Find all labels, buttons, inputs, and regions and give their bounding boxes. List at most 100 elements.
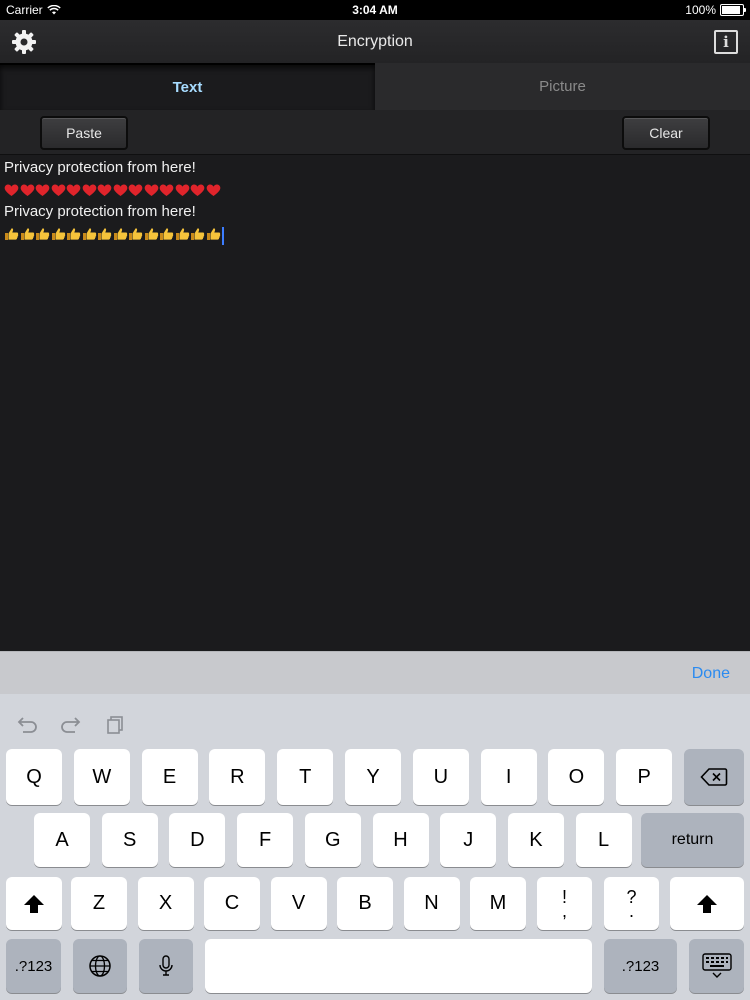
space-key[interactable] <box>205 939 592 993</box>
key-r[interactable]: R <box>209 749 266 805</box>
keyboard: QWERTYUIOP ASDFGHJKL ZXCVBNM return !, ?… <box>0 694 750 1000</box>
dictation-key[interactable] <box>139 939 193 993</box>
globe-icon <box>89 955 111 977</box>
heart-emoji <box>97 183 112 197</box>
key-x[interactable]: X <box>137 877 194 930</box>
clear-button[interactable]: Clear <box>622 116 710 150</box>
paste-button[interactable]: Paste <box>40 116 128 150</box>
done-button[interactable]: Done <box>692 665 730 683</box>
numbers-key-left[interactable]: .?123 <box>6 939 61 993</box>
status-bar: Carrier 3:04 AM 100% <box>0 0 750 20</box>
heart-emoji <box>51 183 66 197</box>
battery-icon <box>720 4 746 16</box>
microphone-icon <box>159 955 173 976</box>
keyboard-hide-icon <box>701 953 732 978</box>
numbers-key-right[interactable]: .?123 <box>604 939 677 993</box>
thumbs-row <box>4 227 224 245</box>
tab-picture[interactable]: Picture <box>375 63 750 110</box>
heart-emoji <box>20 183 35 197</box>
key-w[interactable]: W <box>73 749 130 805</box>
keyboard-accessory-bar: Done <box>0 651 750 695</box>
shift-icon <box>24 894 44 913</box>
thumbs-up-emoji <box>97 227 112 241</box>
key-m[interactable]: M <box>470 877 526 930</box>
heart-emoji <box>113 183 128 197</box>
key-t[interactable]: T <box>277 749 334 805</box>
heart-emoji <box>190 183 205 197</box>
key-l[interactable]: L <box>575 813 632 867</box>
key-e[interactable]: E <box>141 749 198 805</box>
clock: 3:04 AM <box>352 3 398 17</box>
thumbs-up-emoji <box>159 227 174 241</box>
key-question-period[interactable]: ?. <box>604 877 659 930</box>
key-n[interactable]: N <box>403 877 460 930</box>
battery-percent: 100% <box>685 3 716 17</box>
key-b[interactable]: B <box>337 877 393 930</box>
heart-emoji <box>144 183 159 197</box>
key-h[interactable]: H <box>372 813 429 867</box>
heart-emoji <box>35 183 50 197</box>
heart-emoji <box>128 183 143 197</box>
heart-emoji <box>82 183 97 197</box>
shift-key-left[interactable] <box>6 877 62 930</box>
battery-indicator: 100% <box>685 3 746 17</box>
heart-emoji <box>66 183 81 197</box>
segment-tabs: Text Picture <box>0 63 750 110</box>
thumbs-up-emoji <box>4 227 19 241</box>
thumbs-up-emoji <box>82 227 97 241</box>
key-a[interactable]: A <box>34 813 90 867</box>
thumbs-up-emoji <box>144 227 159 241</box>
hide-keyboard-key[interactable] <box>689 939 744 993</box>
undo-icon[interactable] <box>14 714 40 736</box>
key-y[interactable]: Y <box>345 749 401 805</box>
keyboard-shortcut-bar <box>14 714 128 736</box>
thumbs-up-emoji <box>128 227 143 241</box>
page-title: Encryption <box>337 33 413 50</box>
thumbs-up-emoji <box>113 227 128 241</box>
text-line: Privacy protection from here! <box>4 159 196 176</box>
thumbs-up-emoji <box>206 227 221 241</box>
key-p[interactable]: P <box>616 749 673 805</box>
key-v[interactable]: V <box>270 877 327 930</box>
key-exclaim-comma[interactable]: !, <box>537 877 592 930</box>
globe-key[interactable] <box>73 939 127 993</box>
shift-key-right[interactable] <box>670 877 744 930</box>
backspace-icon <box>700 768 728 786</box>
thumbs-up-emoji <box>20 227 35 241</box>
key-c[interactable]: C <box>204 877 260 930</box>
key-s[interactable]: S <box>101 813 158 867</box>
paste-clipboard-icon[interactable] <box>102 714 128 736</box>
key-f[interactable]: F <box>237 813 294 867</box>
key-o[interactable]: O <box>548 749 605 805</box>
redo-icon[interactable] <box>58 714 84 736</box>
editor-toolbar: Paste Clear <box>0 110 750 155</box>
thumbs-up-emoji <box>35 227 50 241</box>
heart-emoji <box>4 183 19 197</box>
backspace-key[interactable] <box>684 749 744 805</box>
tab-text[interactable]: Text <box>0 63 375 110</box>
battery-fill <box>722 6 740 14</box>
navigation-bar: Encryption i <box>0 20 750 64</box>
heart-emoji <box>159 183 174 197</box>
key-g[interactable]: G <box>304 813 361 867</box>
text-editor[interactable]: Privacy protection from here! Privacy pr… <box>0 155 750 651</box>
key-k[interactable]: K <box>507 813 564 867</box>
key-u[interactable]: U <box>412 749 469 805</box>
thumbs-up-emoji <box>51 227 66 241</box>
key-i[interactable]: I <box>480 749 537 805</box>
heart-emoji <box>206 183 221 197</box>
key-q[interactable]: Q <box>6 749 62 805</box>
thumbs-up-emoji <box>190 227 205 241</box>
key-z[interactable]: Z <box>71 877 127 930</box>
key-label: . <box>628 900 634 921</box>
key-label: , <box>561 900 567 921</box>
key-d[interactable]: D <box>169 813 226 867</box>
key-j[interactable]: J <box>440 813 497 867</box>
info-icon[interactable]: i <box>714 30 738 54</box>
thumbs-up-emoji <box>66 227 81 241</box>
shift-icon <box>697 894 717 913</box>
thumbs-up-emoji <box>175 227 190 241</box>
return-key[interactable]: return <box>641 813 744 867</box>
hearts-row <box>4 183 221 197</box>
text-line: Privacy protection from here! <box>4 203 196 220</box>
